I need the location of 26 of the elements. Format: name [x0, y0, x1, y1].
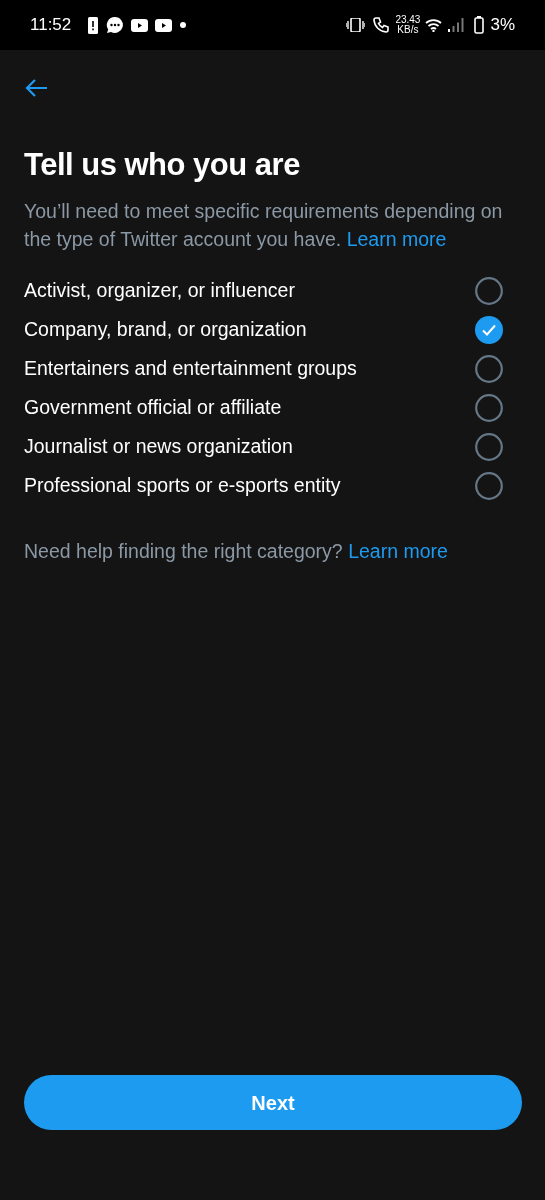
help-text: Need help finding the right category? Learn more — [24, 539, 449, 565]
signal-icon — [448, 18, 465, 32]
learn-more-link[interactable]: Learn more — [348, 540, 448, 563]
learn-more-link[interactable]: Learn more — [346, 228, 447, 251]
vibrate-icon — [346, 18, 366, 32]
category-option[interactable]: Activist, organizer, or influencer — [0, 271, 545, 311]
chat-bubble-icon — [106, 16, 125, 34]
category-option[interactable]: Professional sports or e-sports entity — [0, 466, 545, 506]
speed-unit: KB/s — [396, 25, 420, 35]
back-arrow-icon — [24, 78, 48, 98]
battery-alert-icon — [88, 16, 99, 34]
battery-level: 3% — [490, 14, 515, 37]
play-icon — [155, 18, 173, 32]
clock-time: 11:52 — [30, 14, 72, 37]
category-option[interactable]: Entertainers and entertainment groups — [0, 349, 545, 389]
network-speed: 23.43 — [395, 15, 421, 25]
wifi-icon — [425, 18, 443, 32]
page-title: Tell us who you are — [24, 146, 301, 184]
category-option[interactable]: Company, brand, or organization — [0, 310, 545, 350]
category-option[interactable]: Government official or affiliate — [0, 388, 545, 428]
category-option[interactable]: Journalist or news organization — [0, 427, 545, 467]
dot-icon — [180, 22, 187, 28]
intro-text: You’ll need to meet specific requirements depending on the type of Twitter account you have. Learn more — [24, 199, 504, 253]
phone-icon — [373, 17, 390, 33]
battery-icon — [474, 16, 485, 34]
play-icon — [131, 18, 149, 32]
